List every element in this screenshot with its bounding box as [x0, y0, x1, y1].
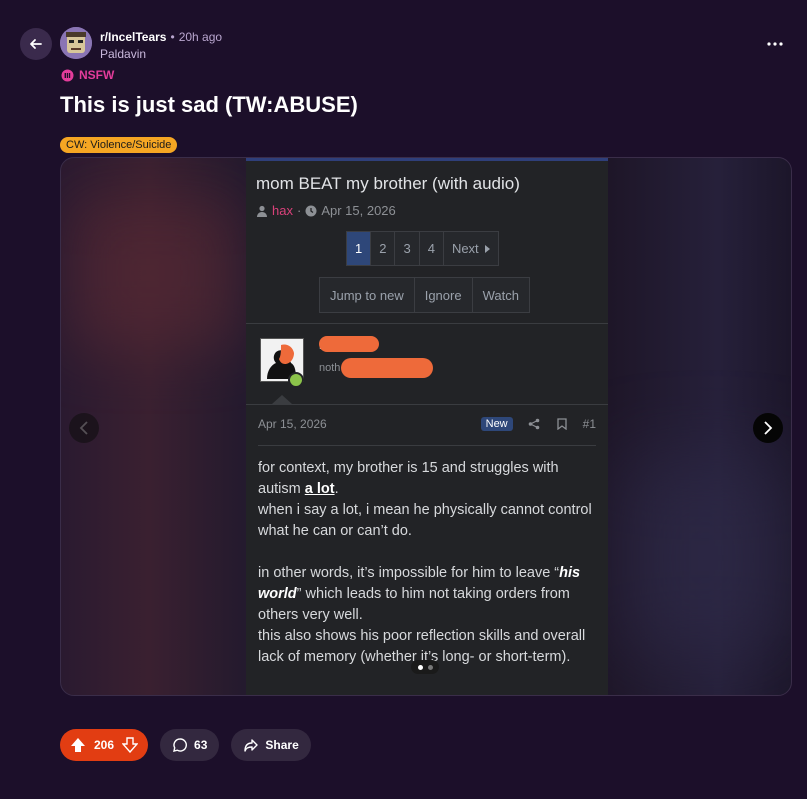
- post-date: Apr 15, 2026: [258, 417, 327, 431]
- upvote-icon[interactable]: [70, 737, 86, 753]
- divider: [258, 445, 596, 446]
- online-status-indicator: [288, 372, 304, 388]
- thread-pagination: 1 2 3 4 Next: [346, 231, 499, 266]
- post-text: .: [334, 481, 339, 497]
- post-text: autism: [258, 481, 305, 497]
- screenshot-top-bar: [246, 158, 608, 161]
- new-badge: New: [480, 417, 513, 431]
- thread-date: Apr 15, 2026: [321, 203, 396, 218]
- comment-icon: [173, 738, 187, 752]
- nsfw-label: NSFW: [79, 68, 115, 82]
- back-button[interactable]: [20, 28, 52, 60]
- page-1: 1: [346, 231, 372, 266]
- poster-user-title: noth: [319, 362, 341, 374]
- caret-right-icon: [484, 244, 490, 253]
- post-text: in other words, it’s impossible for him …: [258, 565, 560, 581]
- carousel-next-button[interactable]: [753, 413, 783, 443]
- share-label: Share: [265, 738, 299, 752]
- chevron-left-icon: [79, 421, 88, 435]
- comments-button[interactable]: 63: [160, 729, 220, 761]
- thread-meta-separator: ·: [296, 203, 302, 218]
- post-text-emphasis: a lot: [304, 481, 335, 497]
- post-text: when i say a lot, i mean he physically c…: [258, 502, 592, 539]
- arrow-left-icon: [30, 39, 42, 49]
- divider: [246, 404, 608, 405]
- more-horizontal-icon: [767, 42, 783, 46]
- jump-to-new: Jump to new: [319, 277, 415, 313]
- page-next: Next: [442, 231, 499, 266]
- thread-title: mom BEAT my brother (with audio): [256, 174, 520, 193]
- post-text: for context, my brother is 15 and strugg…: [258, 460, 559, 476]
- chevron-right-icon: [764, 421, 773, 435]
- post-author[interactable]: Paldavin: [100, 47, 222, 61]
- thread-meta: hax · Apr 15, 2026: [256, 203, 396, 218]
- post-number: #1: [582, 417, 596, 431]
- post-paragraph: for context, my brother is 15 and strugg…: [258, 458, 598, 542]
- page-4: 4: [418, 231, 444, 266]
- thread-actions: Jump to new Ignore Watch: [319, 277, 530, 313]
- nsfw-icon: [61, 69, 74, 81]
- carousel-indicator: [411, 660, 439, 674]
- page-3: 3: [394, 231, 420, 266]
- more-options-button[interactable]: [763, 34, 787, 54]
- post-action-bar: 206 63 Share: [60, 729, 311, 761]
- post-meta-row: Apr 15, 2026 New #1: [258, 417, 596, 431]
- blurred-background-left: [71, 198, 241, 348]
- carousel-dot: [427, 664, 433, 670]
- comment-count: 63: [194, 738, 208, 752]
- divider: [246, 323, 608, 324]
- blurred-background-right: [621, 458, 791, 658]
- media-carousel[interactable]: mom BEAT my brother (with audio) hax · A…: [60, 157, 792, 696]
- share-arrow-icon: [244, 739, 259, 752]
- thread-user: hax: [272, 203, 293, 218]
- meta-separator: •: [170, 30, 175, 44]
- subreddit-link[interactable]: r/IncelTears: [100, 30, 166, 44]
- post-time: 20h ago: [178, 30, 223, 44]
- message-pointer: [272, 395, 292, 404]
- post-paragraph: in other words, it’s impossible for him …: [258, 563, 598, 668]
- nsfw-tag: NSFW: [61, 68, 114, 82]
- post-text: ” which leads to him not taking orders f…: [258, 586, 570, 623]
- downvote-icon[interactable]: [122, 737, 139, 753]
- user-icon: [257, 205, 267, 217]
- share-icon: [527, 417, 541, 431]
- post-title: This is just sad (TW:ABUSE): [60, 92, 358, 117]
- bookmark-icon: [555, 417, 569, 431]
- vote-control: 206: [60, 729, 149, 761]
- share-button[interactable]: Share: [231, 729, 311, 761]
- forum-screenshot: mom BEAT my brother (with audio) hax · A…: [246, 158, 608, 695]
- upvote-count: 206: [94, 738, 115, 752]
- post-flair[interactable]: CW: Violence/Suicide: [60, 137, 178, 153]
- redaction-mark: [319, 336, 379, 352]
- page-2: 2: [370, 231, 396, 266]
- post-body: for context, my brother is 15 and strugg…: [258, 458, 598, 689]
- carousel-dot-active: [417, 664, 423, 670]
- subreddit-avatar-image: [60, 27, 92, 59]
- clock-icon: [305, 205, 317, 216]
- subreddit-avatar[interactable]: [60, 27, 92, 59]
- watch: Watch: [471, 277, 530, 313]
- page-next-label: Next: [451, 241, 479, 256]
- carousel-previous-button[interactable]: [69, 413, 99, 443]
- ignore: Ignore: [413, 277, 473, 313]
- redaction-mark: [341, 358, 433, 378]
